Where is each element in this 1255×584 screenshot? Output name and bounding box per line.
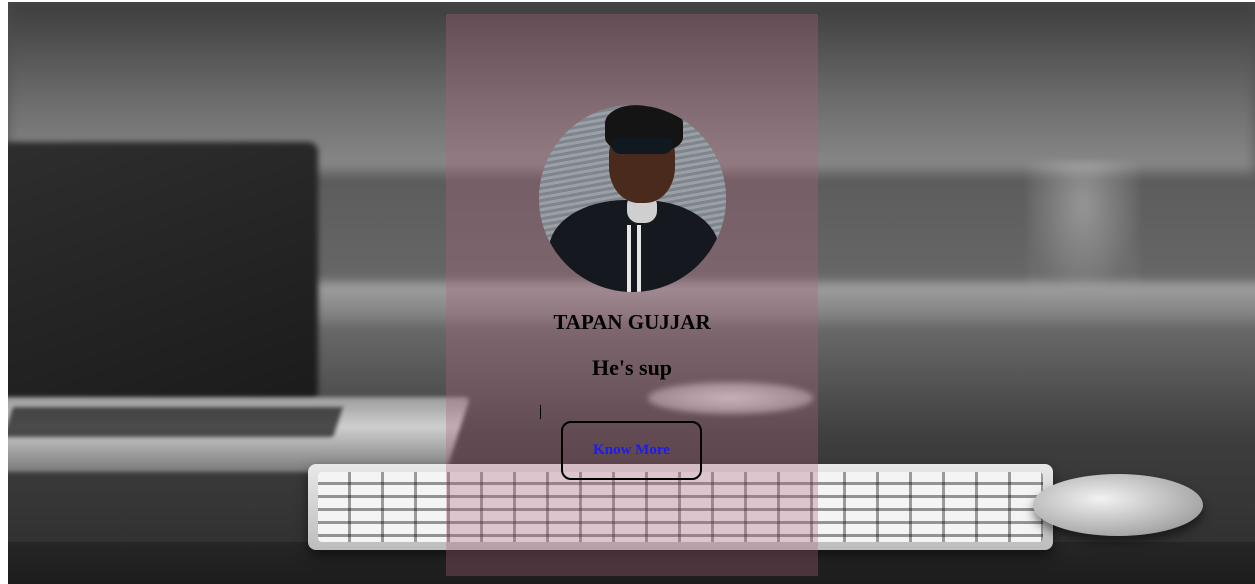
avatar-sunglasses [611, 138, 673, 154]
profile-panel [446, 14, 818, 576]
profile-name: TAPAN GUJJAR [553, 310, 711, 334]
text-cursor [540, 405, 541, 419]
profile-tagline: He's sup [591, 355, 673, 380]
avatar-drawstring-left [627, 225, 631, 292]
background-laptop-screen [8, 142, 318, 402]
background-glass [1028, 162, 1138, 302]
background-laptop-keys [8, 407, 343, 437]
know-more-button[interactable]: Know More [561, 421, 702, 480]
avatar [539, 105, 726, 292]
page: TAPAN GUJJAR He's sup Know More [0, 0, 1255, 584]
avatar-drawstring-right [637, 225, 641, 292]
background-mouse [1033, 474, 1203, 536]
